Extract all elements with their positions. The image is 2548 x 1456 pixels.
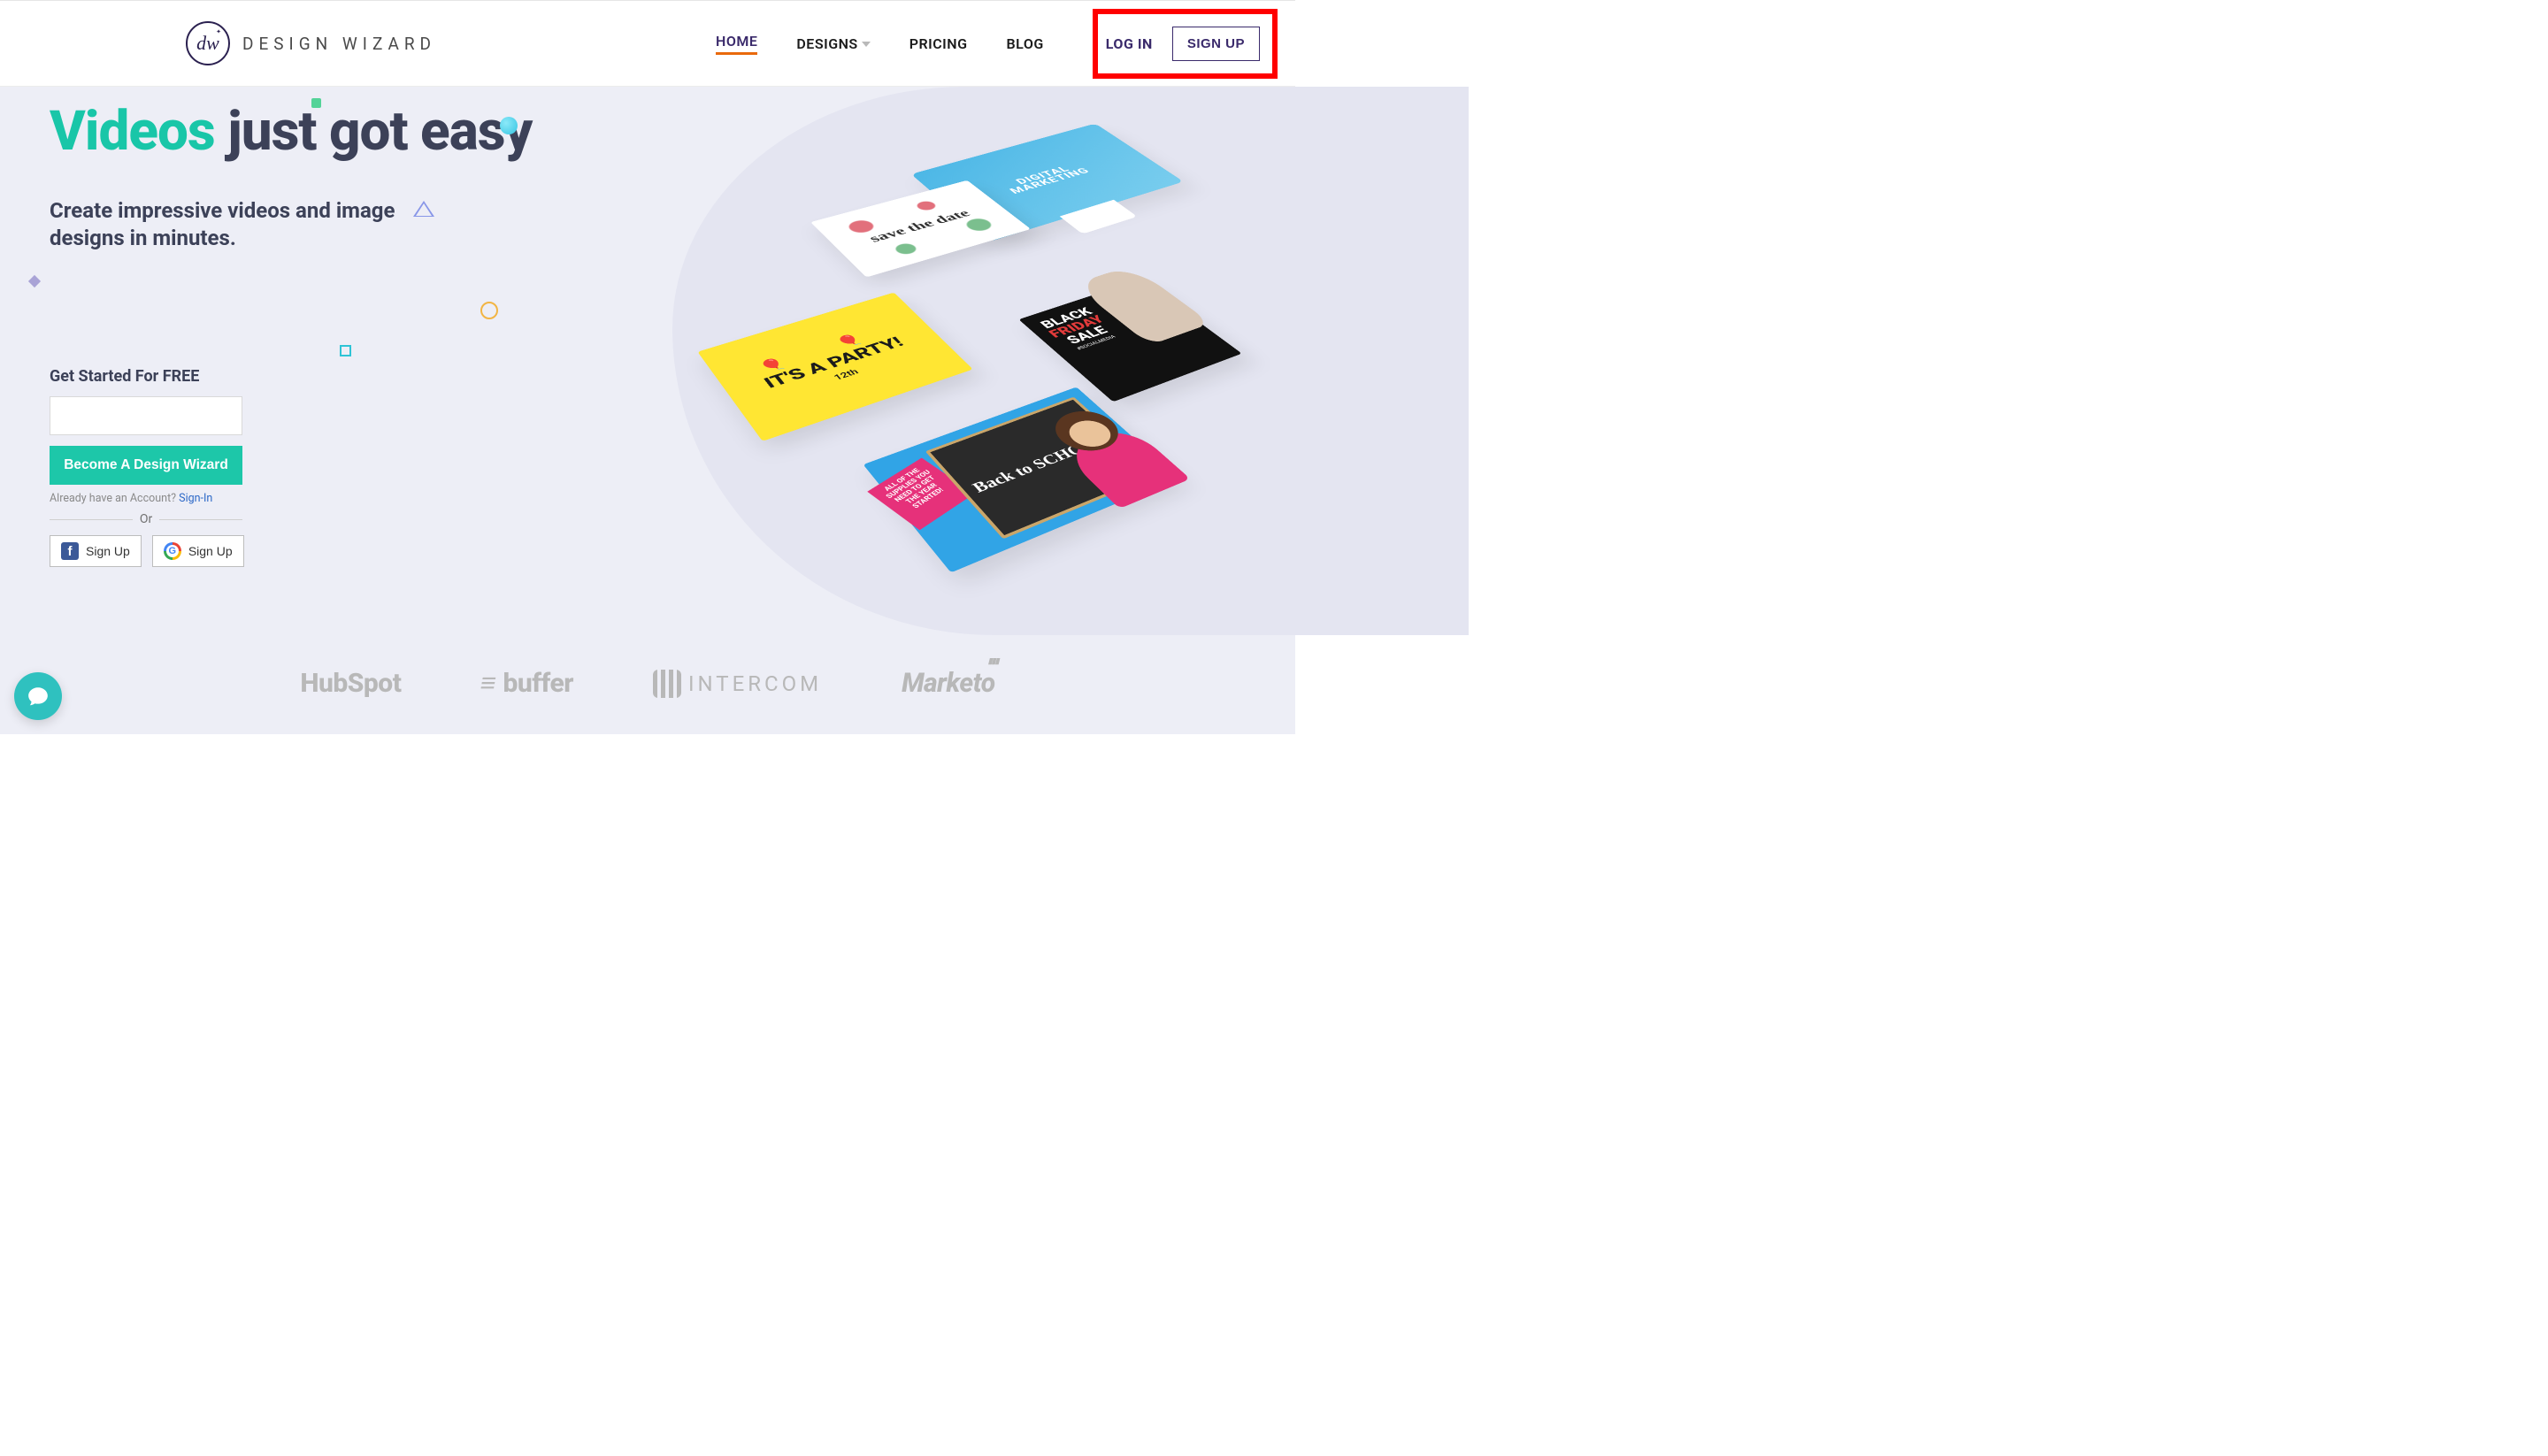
site-header: dw DESIGN WIZARD HOME DESIGNS PRICING BL… — [0, 0, 1295, 87]
auth-area: LOG IN SIGN UP — [1106, 27, 1260, 61]
social-signup-row: f Sign Up Sign Up — [50, 535, 253, 567]
hero-headline-accent: Videos — [50, 99, 215, 164]
logo-intercom-text: INTERCOM — [688, 671, 822, 696]
logo-mark-icon: dw — [186, 21, 230, 65]
logo-buffer: buffer — [480, 668, 573, 699]
hero-illustration: DIGITAL MARKETING save the date IT'S A P… — [699, 97, 1274, 557]
partner-logos: HubSpot buffer INTERCOM Marketo — [0, 668, 1295, 699]
google-signup-button[interactable]: Sign Up — [152, 535, 244, 567]
nav-pricing[interactable]: PRICING — [909, 35, 968, 52]
illus-card-party-text: IT'S A PARTY! — [760, 334, 907, 392]
logo-buffer-text: buffer — [503, 668, 573, 699]
main-nav: HOME DESIGNS PRICING BLOG LOG IN SIGN UP — [716, 27, 1260, 61]
logo-hubspot: HubSpot — [300, 668, 401, 699]
nav-designs-label: DESIGNS — [796, 35, 857, 52]
logo-intercom: INTERCOM — [653, 670, 822, 698]
or-text: Or — [140, 512, 152, 526]
signup-block: Get Started For FREE Become A Design Wiz… — [50, 367, 253, 567]
brand-logo[interactable]: dw DESIGN WIZARD — [186, 21, 436, 65]
chat-icon — [27, 685, 50, 708]
decor-ring-icon — [480, 302, 498, 319]
google-icon — [164, 542, 181, 560]
google-signup-label: Sign Up — [188, 544, 233, 558]
chevron-down-icon — [862, 39, 871, 48]
hero-headline-rest: just got easy — [227, 99, 532, 164]
chat-widget-button[interactable] — [14, 672, 62, 720]
login-link[interactable]: LOG IN — [1106, 35, 1153, 52]
sign-in-link[interactable]: Sign-In — [179, 492, 212, 505]
email-input[interactable] — [50, 396, 242, 435]
illus-card-back-to-school: ALL OF THE SUPPLIES YOU NEED TO GET THE … — [863, 387, 1178, 572]
become-wizard-button[interactable]: Become A Design Wizard — [50, 446, 242, 485]
signup-button[interactable]: SIGN UP — [1172, 27, 1260, 61]
decor-triangle-icon — [413, 203, 434, 218]
facebook-signup-label: Sign Up — [86, 544, 130, 558]
illus-card-party: IT'S A PARTY! 12th — [697, 293, 972, 441]
decor-square-icon — [340, 345, 351, 356]
nav-blog[interactable]: BLOG — [1007, 35, 1044, 52]
decor-green-dot-icon — [311, 98, 321, 108]
already-prefix: Already have an Account? — [50, 492, 179, 505]
decor-cyan-dot-icon — [500, 117, 518, 134]
get-started-label: Get Started For FREE — [50, 367, 253, 386]
intercom-icon — [653, 670, 681, 698]
brand-name: DESIGN WIZARD — [242, 34, 436, 54]
already-have-account: Already have an Account? Sign-In — [50, 492, 253, 505]
hero-subhead: Create impressive videos and image desig… — [50, 197, 412, 252]
nav-home[interactable]: HOME — [716, 33, 757, 55]
facebook-icon: f — [61, 542, 79, 560]
nav-designs[interactable]: DESIGNS — [796, 35, 870, 52]
logo-marketo: Marketo — [902, 668, 994, 699]
or-divider: Or — [50, 512, 242, 526]
buffer-icon — [480, 668, 495, 699]
illus-card-black-friday: BLACK FRIDAY SALE #SOCIALMEDIA — [1018, 280, 1241, 402]
facebook-signup-button[interactable]: f Sign Up — [50, 535, 142, 567]
